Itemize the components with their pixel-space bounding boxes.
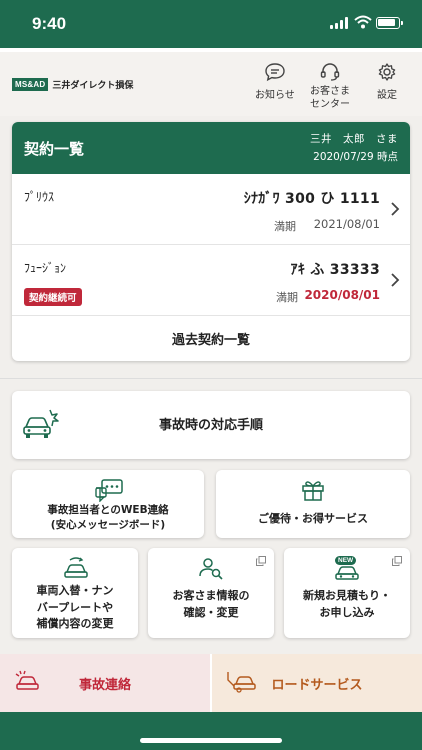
accident-report-button[interactable]: 事故連絡: [0, 654, 210, 712]
section-divider: [0, 378, 422, 379]
past-contracts-button[interactable]: 過去契約一覧: [12, 316, 410, 360]
company-logo: MS&AD 三井ダイレクト損保: [12, 78, 133, 91]
customer-info-button[interactable]: お客さま情報の 確認・変更: [148, 548, 274, 638]
contract-list-card: 契約一覧 三井 太郎 さま 2020/07/29 時点 ﾌﾟﾘｳｽ ｼﾅｶﾞﾜ …: [12, 122, 410, 361]
contract-row[interactable]: ﾌﾟﾘｳｽ ｼﾅｶﾞﾜ 300 ひ 1111 満期 2021/08/01: [12, 174, 410, 245]
vehicle-change-button[interactable]: 車両入替・ナン バープレートや 補償内容の変更: [12, 548, 138, 638]
web-contact-button[interactable]: 事故担当者とのWEB連絡 (安心メッセージボード): [12, 470, 204, 538]
as-of-date: 2020/07/29 時点: [313, 151, 398, 163]
license-plate: ｱｷ ふ 33333: [290, 262, 380, 278]
accident-procedure-label: 事故時の対応手順: [158, 418, 263, 433]
center-label-line2: センター: [310, 98, 350, 110]
license-plate: ｼﾅｶﾞﾜ 300 ひ 1111: [243, 191, 380, 207]
wifi-icon: [354, 15, 372, 29]
contract-row[interactable]: ﾌｭｰｼﾞｮﾝ 契約継続可 ｱｷ ふ 33333 満期 2020/08/01: [12, 245, 410, 316]
vehicle-change-label-line2: バープレートや: [36, 600, 114, 614]
center-label-line1: お客さま: [310, 86, 350, 97]
app-header: MS&AD 三井ダイレクト損保 お知らせ お客さま センター 設定: [0, 48, 422, 116]
web-contact-label: 事故担当者とのWEB連絡: [47, 504, 169, 516]
new-quote-button[interactable]: NEW 新規お見積もり・ お申し込み: [284, 548, 410, 638]
customer-info-label-line2: 確認・変更: [183, 605, 239, 619]
web-contact-sublabel: (安心メッセージボード): [50, 519, 166, 532]
new-quote-label-line1: 新規お見積もり・: [303, 589, 391, 602]
expiry-label: 満期: [276, 291, 298, 304]
user-search-icon: [199, 558, 223, 580]
expiry-date: 2021/08/01: [313, 217, 380, 231]
battery-icon: [376, 17, 403, 29]
new-quote-label-line2: お申し込み: [319, 605, 375, 619]
contract-list-header: 契約一覧 三井 太郎 さま 2020/07/29 時点: [12, 122, 410, 174]
home-indicator[interactable]: [140, 738, 282, 743]
notice-button[interactable]: お知らせ: [255, 62, 295, 101]
user-name: 三井 太郎 さま: [310, 133, 398, 145]
road-service-label: ロードサービス: [271, 677, 363, 693]
expiry-date: 2020/08/01: [304, 288, 380, 302]
customer-center-button[interactable]: お客さま センター: [310, 62, 350, 111]
status-bar: 9:40: [0, 0, 422, 48]
status-time: 9:40: [32, 14, 67, 33]
external-link-icon: [256, 556, 266, 566]
settings-label: 設定: [377, 90, 397, 101]
accident-report-label: 事故連絡: [78, 677, 131, 693]
contract-list-title: 契約一覧: [24, 140, 85, 158]
external-link-icon: [392, 556, 402, 566]
tow-truck-icon: [227, 672, 256, 693]
message-board-icon: [95, 479, 123, 502]
renewal-available-badge: 契約継続可: [24, 288, 82, 306]
car-swap-icon: [64, 557, 88, 578]
road-service-button[interactable]: ロードサービス: [210, 654, 422, 712]
chevron-right-icon: [391, 273, 400, 287]
car-icon: [335, 566, 359, 580]
customer-info-label-line1: お客さま情報の: [172, 589, 250, 602]
expiry-label: 満期: [274, 220, 296, 233]
vehicle-change-label-line1: 車両入替・ナン: [36, 584, 114, 597]
accident-procedure-button[interactable]: 事故時の対応手順: [12, 391, 410, 459]
home-indicator-area: [0, 712, 422, 750]
car-accident-icon: [15, 670, 39, 690]
notice-label: お知らせ: [255, 90, 295, 101]
logo-mark: MS&AD: [12, 78, 49, 91]
chevron-right-icon: [391, 202, 400, 216]
gift-icon: [302, 481, 324, 501]
cellular-signal-icon: [330, 17, 348, 29]
bottom-action-bar: 事故連絡 ロードサービス: [0, 654, 422, 712]
headset-icon: [320, 63, 340, 81]
gear-icon: [378, 63, 396, 81]
benefits-button[interactable]: ご優待・お得サービス: [216, 470, 410, 538]
car-name: ﾌﾟﾘｳｽ: [24, 190, 55, 204]
logo-text: 三井ダイレクト損保: [52, 81, 134, 91]
chat-bubble-icon: [265, 63, 285, 82]
car-name: ﾌｭｰｼﾞｮﾝ: [24, 261, 67, 275]
benefits-label: ご優待・お得サービス: [258, 512, 368, 525]
vehicle-change-label-line3: 補償内容の変更: [36, 617, 114, 630]
settings-button[interactable]: 設定: [376, 62, 398, 101]
